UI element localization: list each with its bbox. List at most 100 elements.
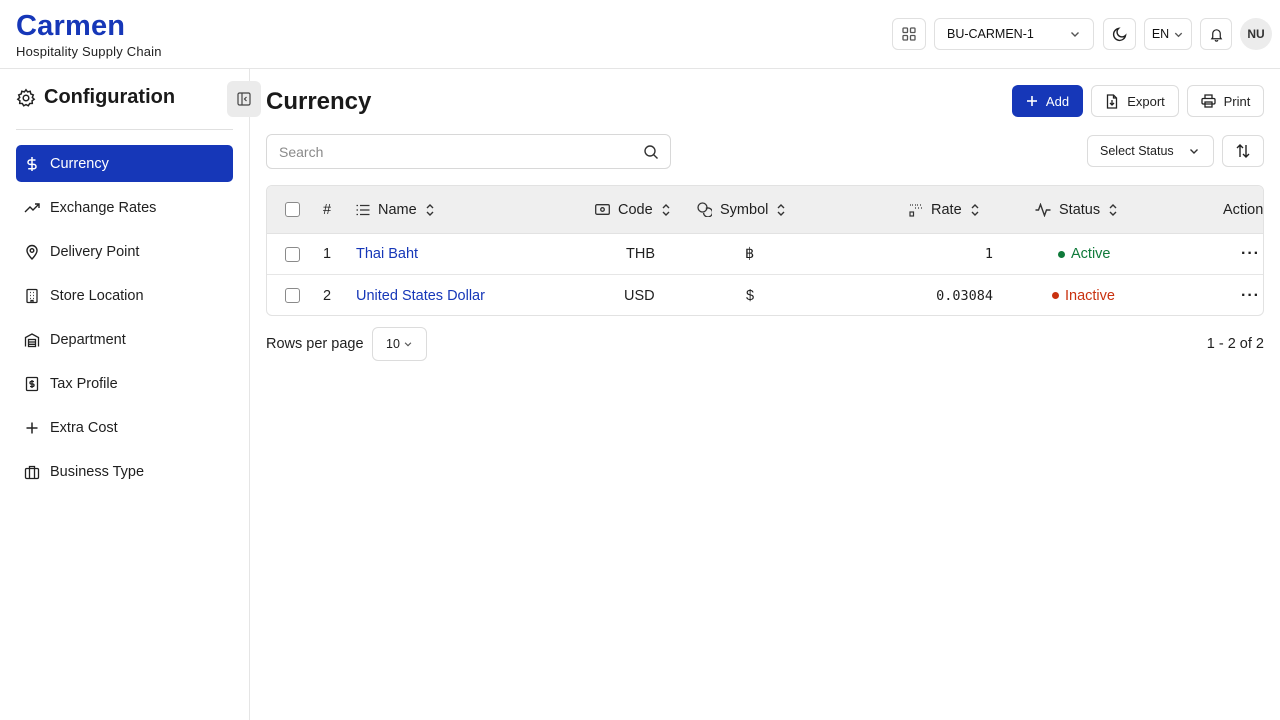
currency-rate: 0.03084 [936, 287, 993, 304]
column-action: Action [1223, 201, 1264, 218]
column-index: # [323, 201, 332, 218]
sidebar-item-tax-profile[interactable]: Tax Profile [16, 365, 233, 402]
chevron-down-icon [404, 342, 412, 347]
coins-icon [697, 202, 712, 217]
language-value: EN [1151, 27, 1170, 41]
sort-icon [1109, 203, 1117, 216]
warehouse-icon [24, 332, 40, 348]
sort-arrows-icon [1236, 144, 1250, 158]
row-select-cell [285, 275, 300, 315]
search-box [266, 134, 671, 169]
building-icon [24, 288, 40, 304]
table-row: 1 Thai Baht THB ฿ 1 Active ··· [267, 234, 1263, 275]
page-title: Currency [266, 88, 372, 115]
notifications-button[interactable] [1200, 18, 1232, 50]
row-checkbox[interactable] [285, 288, 300, 303]
banknote-icon [595, 204, 610, 215]
user-avatar[interactable]: NU [1240, 18, 1272, 50]
status-dot [1052, 292, 1059, 299]
sidebar-nav: Currency Exchange Rates Delivery Point S… [16, 145, 233, 497]
sidebar-title: Configuration [44, 86, 176, 108]
sidebar-item-label: Business Type [50, 463, 145, 480]
decimal-icon [909, 203, 922, 217]
sidebar-item-delivery-point[interactable]: Delivery Point [16, 233, 233, 270]
receipt-icon [24, 376, 40, 392]
column-name[interactable]: Name [356, 186, 435, 233]
export-button[interactable]: Export [1091, 85, 1179, 117]
theme-toggle-button[interactable] [1103, 18, 1136, 50]
list-icon [356, 204, 370, 215]
column-code[interactable]: Code [595, 186, 671, 233]
print-button-label: Print [1223, 93, 1251, 109]
status-label: Inactive [1065, 287, 1115, 304]
brand-subtitle: Hospitality Supply Chain [16, 44, 162, 59]
moon-icon [1112, 27, 1127, 42]
pagination-range: 1 - 2 of 2 [1206, 336, 1264, 352]
file-download-icon [1107, 93, 1118, 109]
sidebar-item-label: Store Location [50, 287, 144, 304]
currency-name-link[interactable]: United States Dollar [356, 275, 485, 315]
chevron-down-icon [1071, 32, 1079, 37]
printer-icon [1200, 94, 1216, 108]
table-row: 2 United States Dollar USD $ 0.03084 Ina… [267, 275, 1263, 315]
plus-icon [24, 420, 40, 436]
trending-up-icon [24, 200, 40, 216]
column-code-label: Code [618, 201, 653, 218]
sidebar-item-label: Extra Cost [50, 419, 118, 436]
currency-code: THB [626, 246, 655, 262]
sort-icon [426, 203, 434, 216]
collapse-sidebar-button[interactable] [227, 81, 261, 117]
panel-left-close-icon [237, 92, 251, 106]
currency-table: # Name Code Symbol Rate Status Action 1 … [266, 185, 1264, 316]
dollar-icon [24, 156, 40, 172]
sidebar-item-label: Currency [50, 155, 109, 172]
top-header: Carmen Hospitality Supply Chain BU-CARME… [0, 0, 1280, 69]
plus-icon [1026, 96, 1037, 106]
sidebar-item-label: Tax Profile [50, 375, 118, 392]
apps-button[interactable] [892, 18, 926, 50]
sort-button[interactable] [1222, 135, 1264, 167]
row-index: 2 [323, 287, 332, 304]
add-button-label: Add [1045, 93, 1070, 109]
column-rate-label: Rate [931, 201, 962, 218]
sidebar-item-label: Delivery Point [50, 243, 140, 260]
status-dot [1058, 250, 1065, 258]
row-actions-button[interactable]: ··· [1241, 275, 1260, 315]
column-symbol[interactable]: Symbol [697, 186, 786, 233]
brand-title[interactable]: Carmen [16, 10, 125, 42]
print-button[interactable]: Print [1187, 85, 1264, 117]
row-actions-button[interactable]: ··· [1241, 234, 1260, 274]
row-index: 1 [323, 246, 332, 262]
currency-name-link[interactable]: Thai Baht [356, 234, 418, 274]
briefcase-icon [24, 464, 40, 480]
sidebar-item-store-location[interactable]: Store Location [16, 277, 233, 314]
column-symbol-label: Symbol [720, 201, 769, 218]
rows-per-page-select[interactable]: 10 [372, 327, 427, 361]
column-status[interactable]: Status [1035, 186, 1118, 233]
sort-icon [662, 203, 670, 216]
sidebar-item-department[interactable]: Department [16, 321, 233, 358]
sidebar-item-extra-cost[interactable]: Extra Cost [16, 409, 233, 446]
row-select-cell [285, 234, 300, 274]
select-all-checkbox[interactable] [285, 202, 300, 217]
status-filter-select[interactable]: Select Status [1087, 135, 1214, 167]
language-select[interactable]: EN [1144, 18, 1192, 50]
column-rate[interactable]: Rate [909, 186, 980, 233]
sidebar-divider [16, 129, 233, 130]
sidebar-item-exchange-rates[interactable]: Exchange Rates [16, 189, 233, 226]
sort-icon [971, 203, 979, 216]
business-unit-value: BU-CARMEN-1 [947, 27, 1034, 41]
rows-per-page-value: 10 [386, 337, 400, 351]
search-icon[interactable] [643, 144, 659, 160]
business-unit-select[interactable]: BU-CARMEN-1 [934, 18, 1094, 50]
currency-symbol: ฿ [745, 246, 755, 262]
sidebar-item-business-type[interactable]: Business Type [16, 453, 233, 490]
table-header: # Name Code Symbol Rate Status Action [267, 186, 1264, 234]
select-all-cell [285, 186, 300, 233]
sidebar-item-currency[interactable]: Currency [16, 145, 233, 182]
search-input[interactable] [279, 135, 639, 168]
sidebar-item-label: Department [50, 331, 126, 348]
add-button[interactable]: Add [1012, 85, 1083, 117]
activity-icon [1035, 202, 1051, 217]
row-checkbox[interactable] [285, 246, 300, 262]
